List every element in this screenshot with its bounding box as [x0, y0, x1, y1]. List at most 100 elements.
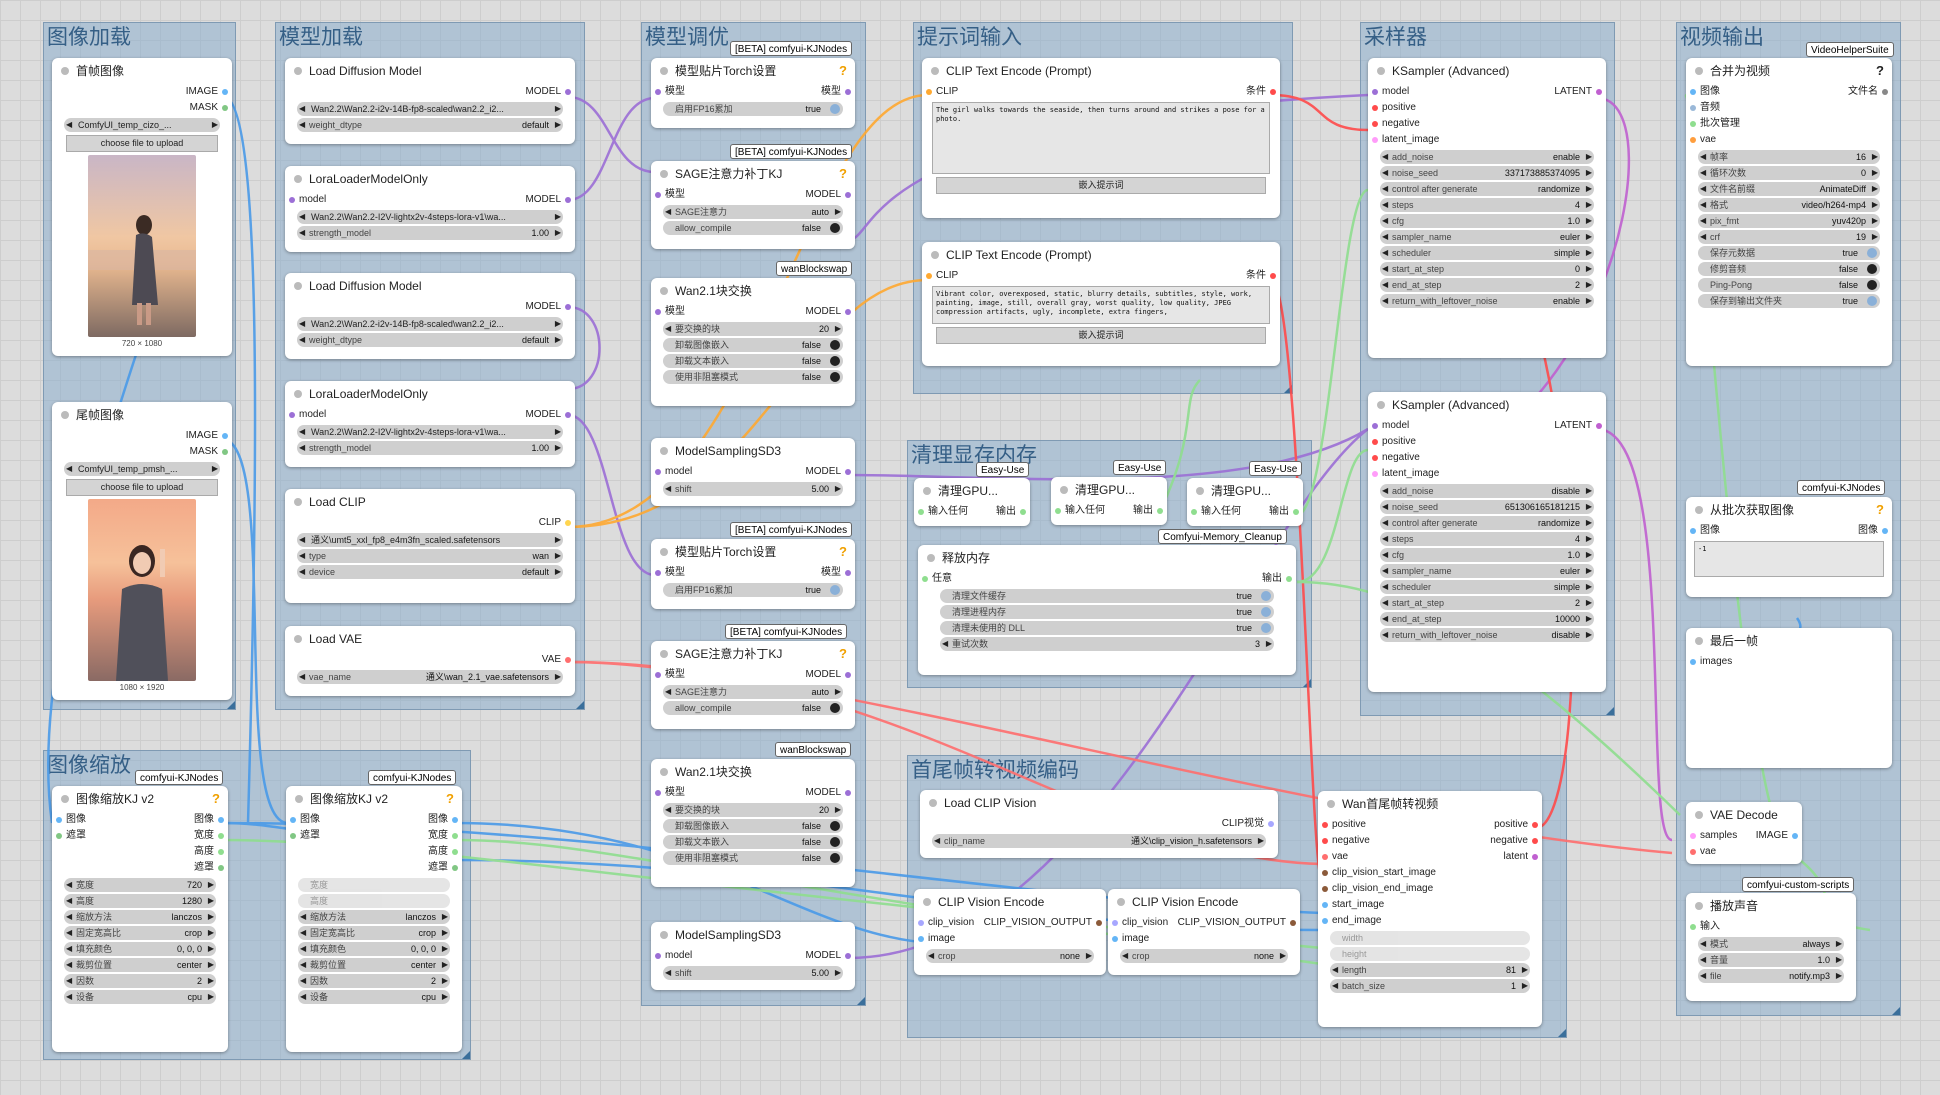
- io-latent_image[interactable]: latent_image: [1368, 132, 1606, 148]
- combine-widget-1[interactable]: 循环次数 0: [1698, 166, 1880, 180]
- io-vae[interactable]: vae latent: [1318, 849, 1542, 865]
- slot-dot[interactable]: [1690, 833, 1696, 839]
- slot-dot[interactable]: [845, 469, 851, 475]
- fp16-accum-toggle[interactable]: 启用FP16累加 true: [663, 102, 843, 116]
- io-model[interactable]: model LATENT: [1368, 418, 1606, 434]
- crop-select[interactable]: crop none: [1120, 949, 1288, 963]
- lora-select[interactable]: Wan2.2\Wan2.2-I2V-lightx2v-4steps-lora-v…: [297, 425, 563, 439]
- slot-dot[interactable]: [1690, 89, 1696, 95]
- shift-stepper[interactable]: shift 5.00: [663, 966, 843, 980]
- help-icon[interactable]: ?: [1876, 497, 1884, 523]
- widget-start_at_step[interactable]: start_at_step 0: [1380, 262, 1594, 276]
- scale1-widget-6[interactable]: 因数 2: [64, 974, 216, 988]
- slot-dot[interactable]: [845, 192, 851, 198]
- disabled-widget-1[interactable]: height: [1330, 947, 1530, 961]
- node-clip-text-negative[interactable]: CLIP Text Encode (Prompt) CLIP 条件 Vibrant…: [922, 242, 1280, 366]
- node-lora-loader-1[interactable]: LoraLoaderModelOnly model MODEL Wan2.2\Wa…: [285, 166, 575, 252]
- slot-dot[interactable]: [1690, 659, 1696, 665]
- io-model[interactable]: model MODEL: [285, 192, 575, 208]
- output-vae[interactable]: VAE: [285, 652, 575, 668]
- offload-txt-emb-toggle[interactable]: 卸载文本嵌入 false: [663, 354, 843, 368]
- non-blocking-toggle[interactable]: 使用非阻塞模式 false: [663, 851, 843, 865]
- node-free-memory[interactable]: 释放内存 任意 输出 清理文件缓存 true 清理进程内存 true 清理未使用的 DLL…: [918, 545, 1296, 675]
- slot-dot[interactable]: [1055, 508, 1061, 514]
- help-icon[interactable]: ?: [212, 786, 220, 812]
- output-image[interactable]: IMAGE: [52, 428, 232, 444]
- slot-dot[interactable]: [1286, 576, 1292, 582]
- node-load-clip[interactable]: Load CLIP CLIP 通义\umt5_xxl_fp8_e4m3fn_sc…: [285, 489, 575, 603]
- slot-dot[interactable]: [1690, 137, 1696, 143]
- slot-dot[interactable]: [565, 197, 571, 203]
- slot-dot[interactable]: [1290, 920, 1296, 926]
- widget-cfg[interactable]: cfg 1.0: [1380, 214, 1594, 228]
- widget-scheduler[interactable]: scheduler simple: [1380, 246, 1594, 260]
- io-mask[interactable]: 遮罩 宽度: [52, 828, 228, 844]
- io-1[interactable]: 音频: [1686, 100, 1892, 116]
- strength-model-slider[interactable]: strength_model 1.00: [297, 226, 563, 240]
- combine-widget-0[interactable]: 帧率 16: [1698, 150, 1880, 164]
- node-last-frame-preview[interactable]: 最后一帧 images: [1686, 628, 1892, 768]
- slot-dot[interactable]: [1191, 509, 1197, 515]
- slot-dot[interactable]: [1322, 918, 1328, 924]
- io-clip-vision[interactable]: clip_vision CLIP_VISION_OUTPUT: [914, 915, 1106, 931]
- io-model[interactable]: model MODEL: [651, 464, 855, 480]
- image-file-select[interactable]: ComfyUI_temp_pmsh_...: [64, 462, 220, 476]
- slot-dot[interactable]: [1372, 105, 1378, 111]
- node-load-diffusion-2[interactable]: Load Diffusion Model MODEL Wan2.2\Wan2.2…: [285, 273, 575, 359]
- io-model[interactable]: 模型 模型: [651, 84, 855, 100]
- combine-widget-8[interactable]: Ping-Pong false: [1698, 278, 1880, 292]
- widget-start_at_step[interactable]: start_at_step 2: [1380, 596, 1594, 610]
- io-clip_vision_start_image[interactable]: clip_vision_start_image: [1318, 865, 1542, 881]
- output-clip[interactable]: CLIP: [285, 515, 575, 531]
- scale1-widget-2[interactable]: 缩放方法 lanczos: [64, 910, 216, 924]
- widget-scheduler[interactable]: scheduler simple: [1380, 580, 1594, 594]
- io-any[interactable]: 任意 输出: [918, 571, 1296, 587]
- slot-dot[interactable]: [1020, 509, 1026, 515]
- scale1-widget-3[interactable]: 固定宽高比 crop: [64, 926, 216, 940]
- output-clip-vision[interactable]: CLIP视觉: [920, 816, 1278, 832]
- node-clip-vision-encode-1[interactable]: CLIP Vision Encode clip_vision CLIP_VISIO…: [914, 889, 1106, 975]
- scale2-widget-0[interactable]: 缩放方法 lanczos: [298, 910, 450, 924]
- io-image[interactable]: 图像 图像: [52, 812, 228, 828]
- node-lora-loader-2[interactable]: LoraLoaderModelOnly model MODEL Wan2.2\Wa…: [285, 381, 575, 467]
- vae-name-select[interactable]: vae_name 通义\wan_2.1_vae.safetensors: [297, 670, 563, 684]
- io-clip[interactable]: CLIP 条件: [922, 84, 1280, 100]
- slot-dot[interactable]: [1372, 423, 1378, 429]
- node-sage-attn-1[interactable]: SAGE注意力补丁KJ? 模型 MODEL SAGE注意力 auto allow_c…: [651, 161, 855, 249]
- io-positive[interactable]: positive: [1368, 100, 1606, 116]
- slot-dot[interactable]: [452, 833, 458, 839]
- scale1-widget-0[interactable]: 宽度 720: [64, 878, 216, 892]
- sound-widget-0[interactable]: 模式 always: [1698, 937, 1844, 951]
- slot-dot[interactable]: [1322, 838, 1328, 844]
- slot-dot[interactable]: [1792, 833, 1798, 839]
- weight-dtype-select[interactable]: weight_dtype default: [297, 333, 563, 347]
- io-negative[interactable]: negative negative: [1318, 833, 1542, 849]
- free-widget-0[interactable]: 清理文件缓存 true: [940, 589, 1274, 603]
- slot-dot[interactable]: [218, 817, 224, 823]
- slot-dot[interactable]: [845, 790, 851, 796]
- slot-dot[interactable]: [565, 89, 571, 95]
- scale2-widget-4[interactable]: 因数 2: [298, 974, 450, 988]
- io-negative[interactable]: negative: [1368, 116, 1606, 132]
- widget-add_noise[interactable]: add_noise enable: [1380, 150, 1594, 164]
- slot-dot[interactable]: [1372, 455, 1378, 461]
- slot-dot[interactable]: [845, 672, 851, 678]
- io-2[interactable]: 批次管理: [1686, 116, 1892, 132]
- slot-dot[interactable]: [1112, 920, 1118, 926]
- node-clip-text-positive[interactable]: CLIP Text Encode (Prompt) CLIP 条件 The gir…: [922, 58, 1280, 218]
- slot-dot[interactable]: [289, 197, 295, 203]
- output-height[interactable]: 高度: [286, 844, 462, 860]
- scale1-widget-1[interactable]: 高度 1280: [64, 894, 216, 908]
- embed-prompt-button[interactable]: 嵌入提示词: [936, 327, 1266, 344]
- slot-dot[interactable]: [1112, 936, 1118, 942]
- io-model[interactable]: 模型 MODEL: [651, 667, 855, 683]
- io-mask[interactable]: 遮罩 宽度: [286, 828, 462, 844]
- node-wan-blockswap-1[interactable]: Wan2.1块交换 模型 MODEL 要交换的块 20 卸载图像嵌入 false 卸载…: [651, 278, 855, 406]
- io-samples[interactable]: samples IMAGE: [1686, 828, 1802, 844]
- scale2-widget-3[interactable]: 裁剪位置 center: [298, 958, 450, 972]
- slot-dot[interactable]: [222, 105, 228, 111]
- widget-noise_seed[interactable]: noise_seed 651306165181215: [1380, 500, 1594, 514]
- combine-widget-6[interactable]: 保存元数据 true: [1698, 246, 1880, 260]
- widget-return_with_leftover_noise[interactable]: return_with_leftover_noise disable: [1380, 628, 1594, 642]
- node-get-image-from-batch[interactable]: 从批次获取图像? 图像 图像 -1: [1686, 497, 1892, 597]
